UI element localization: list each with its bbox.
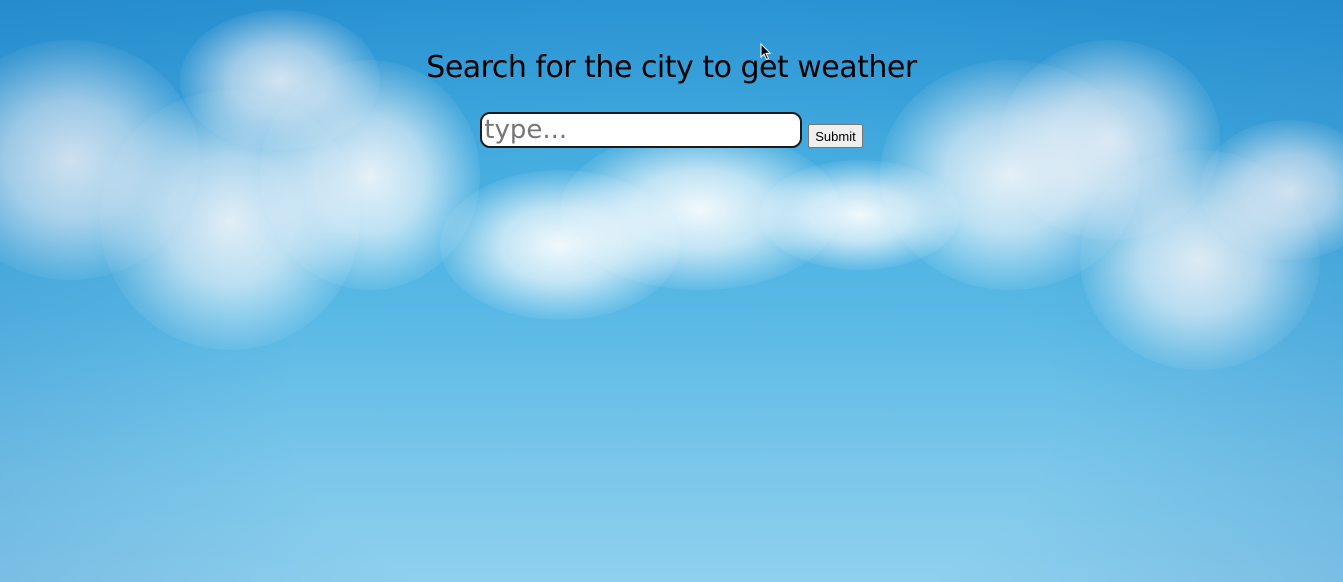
city-search-form: Submit <box>0 112 1343 148</box>
mouse-cursor-icon <box>760 43 772 61</box>
page-title: Search for the city to get weather <box>426 50 917 85</box>
main-content: Search for the city to get weather Submi… <box>0 0 1343 148</box>
city-search-input[interactable] <box>480 112 803 148</box>
submit-button[interactable]: Submit <box>808 124 863 148</box>
